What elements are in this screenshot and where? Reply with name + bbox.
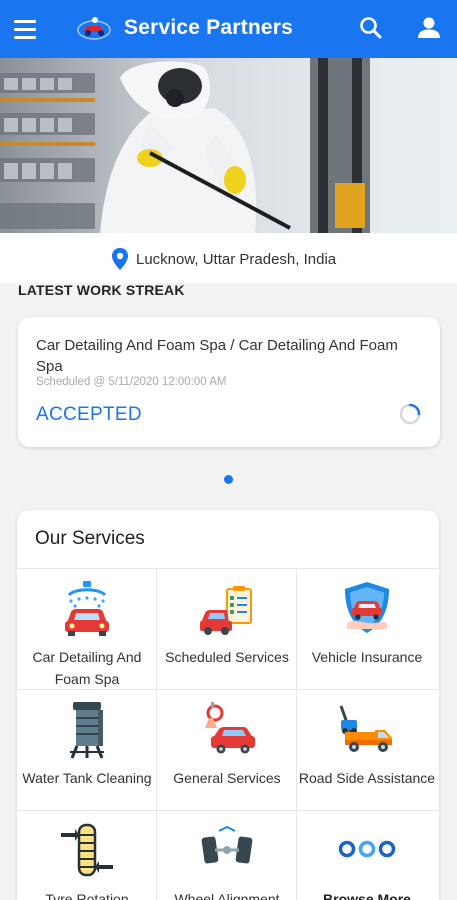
tow-truck-icon [339, 705, 392, 752]
service-label: Browse More [323, 891, 411, 900]
general-services-icon [205, 702, 255, 754]
location-text: Lucknow, Uttar Pradesh, India [136, 251, 337, 268]
service-water-tank[interactable]: Water Tank Cleaning [17, 690, 157, 811]
wheel-alignment-icon [201, 825, 253, 864]
service-label: Car Detailing And Foam Spa [32, 649, 142, 687]
service-general[interactable]: General Services [157, 690, 297, 811]
work-scheduled-date: Scheduled @ 5/11/2020 12:00:00 AM [36, 376, 227, 388]
loading-spinner-icon [399, 403, 421, 425]
service-vehicle-insurance[interactable]: Vehicle Insurance [297, 569, 439, 690]
service-road-side-assistance[interactable]: Road Side Assistance [297, 690, 439, 811]
work-title: Car Detailing And Foam Spa / Car Detaili… [36, 337, 398, 375]
service-label: Tyre Rotation [45, 891, 129, 900]
search-icon[interactable] [357, 14, 385, 42]
service-label: Vehicle Insurance [311, 649, 423, 665]
hamburger-menu-icon[interactable] [14, 15, 44, 43]
tyre-rotation-icon [61, 823, 113, 877]
services-card: Our Services Car Detailing And Foam Spa [17, 510, 439, 900]
location-pin-icon [112, 248, 128, 270]
work-streak-heading: LATEST WORK STREAK [18, 282, 185, 298]
promo-banner[interactable] [0, 58, 457, 233]
user-profile-icon[interactable] [415, 14, 443, 42]
service-tyre-rotation[interactable]: Tyre Rotation [17, 811, 157, 900]
app-title: Service Partners [124, 16, 293, 39]
location-bar[interactable]: Lucknow, Uttar Pradesh, India [0, 233, 457, 283]
water-tank-icon [70, 702, 104, 759]
services-grid: Car Detailing And Foam Spa Scheduled Ser… [17, 568, 439, 900]
more-dots-icon [338, 840, 396, 858]
app-screen: Service Partners Lucknow, Uttar Pradesh,… [0, 0, 457, 900]
service-browse-more[interactable]: Browse More [297, 811, 439, 900]
banner-image [0, 58, 457, 233]
service-label: General Services [173, 770, 281, 786]
work-status: ACCEPTED [36, 404, 142, 425]
service-label: Scheduled Services [165, 649, 289, 665]
scheduled-services-icon [200, 586, 252, 635]
app-logo [77, 17, 111, 40]
service-car-detailing[interactable]: Car Detailing And Foam Spa [17, 569, 157, 690]
services-heading: Our Services [35, 528, 145, 549]
app-bar: Service Partners [0, 0, 457, 58]
service-label: Road Side Assistance [298, 770, 436, 786]
car-wash-icon [65, 581, 109, 636]
vehicle-insurance-icon [345, 582, 389, 633]
service-label: Water Tank Cleaning [22, 770, 152, 786]
work-streak-pager-dot[interactable] [224, 475, 233, 484]
service-label: Wheel Alignment [174, 891, 280, 900]
service-wheel-alignment[interactable]: Wheel Alignment [157, 811, 297, 900]
service-scheduled[interactable]: Scheduled Services [157, 569, 297, 690]
work-streak-card[interactable]: Car Detailing And Foam Spa / Car Detaili… [18, 317, 440, 447]
